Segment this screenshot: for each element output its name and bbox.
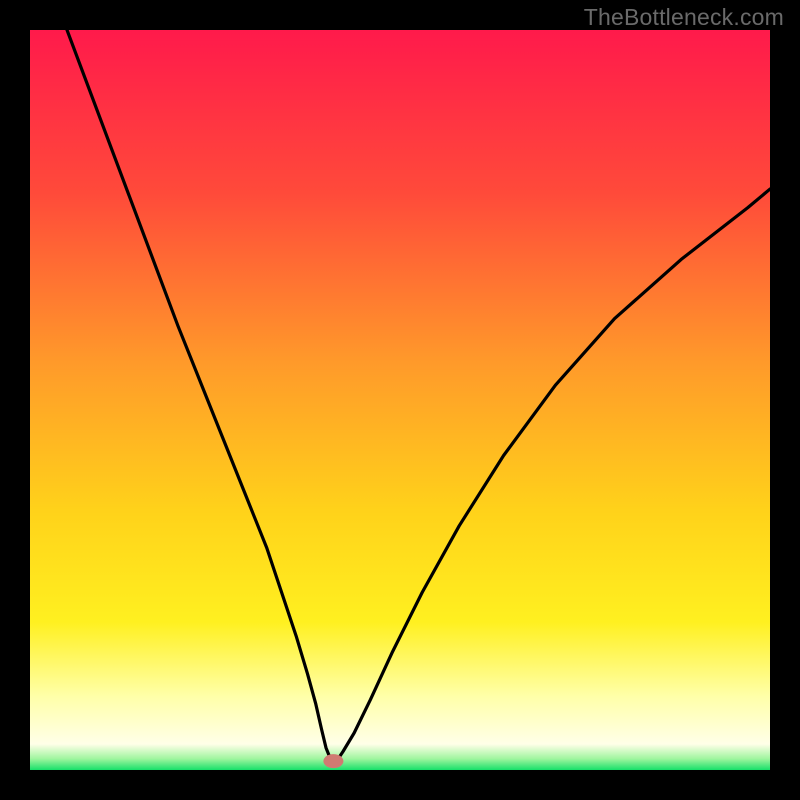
chart-svg [30,30,770,770]
gradient-background [30,30,770,770]
plot-area [30,30,770,770]
chart-frame: TheBottleneck.com [0,0,800,800]
watermark-text: TheBottleneck.com [584,4,784,31]
minimum-marker [323,754,343,768]
